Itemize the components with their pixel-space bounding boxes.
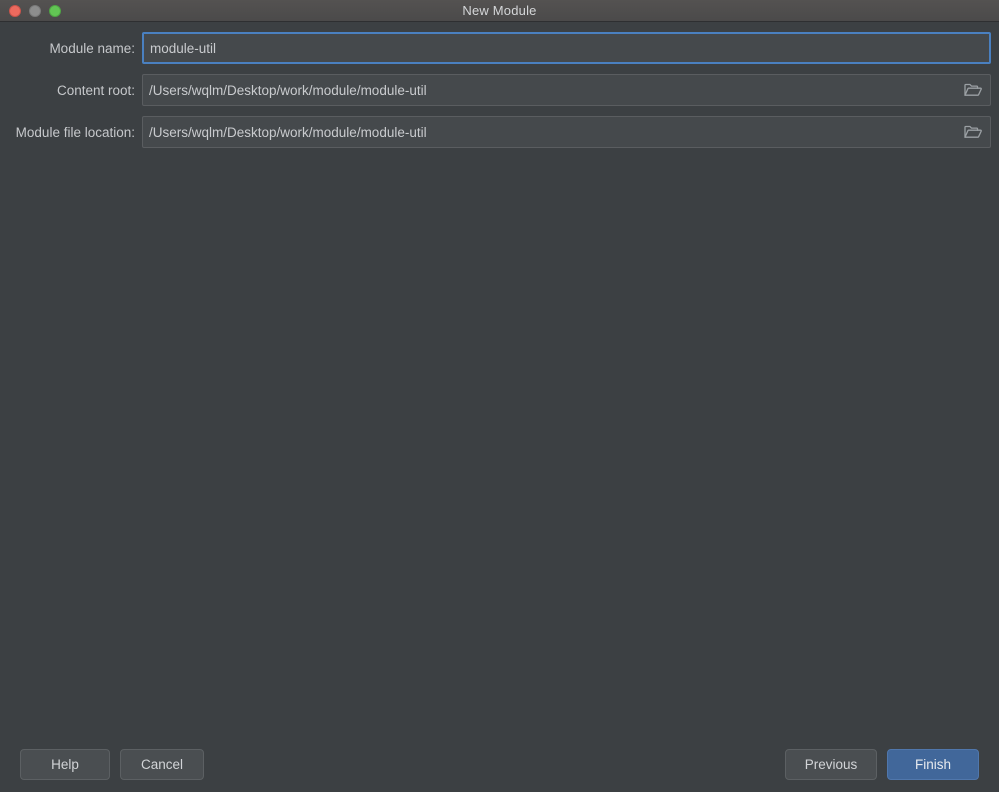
close-button[interactable] xyxy=(9,4,21,17)
previous-button[interactable]: Previous xyxy=(785,749,877,780)
button-group-right: Previous Finish xyxy=(785,749,979,780)
folder-icon[interactable] xyxy=(960,78,986,102)
module-name-label: Module name: xyxy=(49,40,135,56)
module-file-location-value: /Users/wqlm/Desktop/work/module/module-u… xyxy=(149,124,427,140)
module-name-value: module-util xyxy=(150,40,217,56)
content-root-value: /Users/wqlm/Desktop/work/module/module-u… xyxy=(149,82,427,98)
module-name-input[interactable]: module-util xyxy=(142,32,991,64)
dialog-content: Module name: module-util Content root: /… xyxy=(0,22,999,736)
module-file-location-label: Module file location: xyxy=(15,124,135,140)
titlebar: New Module xyxy=(0,0,999,22)
content-root-input[interactable]: /Users/wqlm/Desktop/work/module/module-u… xyxy=(142,74,991,106)
content-root-label: Content root: xyxy=(56,82,135,98)
button-group-left: Help Cancel xyxy=(20,749,204,780)
folder-icon[interactable] xyxy=(960,120,986,144)
cancel-button[interactable]: Cancel xyxy=(120,749,204,780)
module-form: Module name: module-util Content root: /… xyxy=(8,32,991,148)
form-row-content-root: Content root: /Users/wqlm/Desktop/work/m… xyxy=(8,74,991,106)
form-row-module-name: Module name: module-util xyxy=(8,32,991,64)
zoom-button[interactable] xyxy=(49,4,61,17)
window-controls xyxy=(0,4,61,17)
minimize-button[interactable] xyxy=(29,4,41,17)
finish-button[interactable]: Finish xyxy=(887,749,979,780)
form-row-module-file-location: Module file location: /Users/wqlm/Deskto… xyxy=(8,116,991,148)
module-file-location-input[interactable]: /Users/wqlm/Desktop/work/module/module-u… xyxy=(142,116,991,148)
window-title: New Module xyxy=(462,3,537,18)
dialog-button-bar: Help Cancel Previous Finish xyxy=(0,736,999,792)
help-button[interactable]: Help xyxy=(20,749,110,780)
new-module-dialog: New Module Module name: module-util Cont… xyxy=(0,0,999,792)
